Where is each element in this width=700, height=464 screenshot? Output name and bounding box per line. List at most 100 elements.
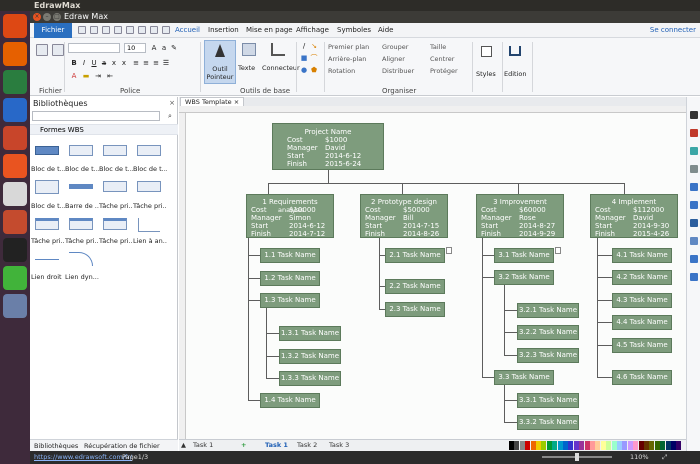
- align-left-icon[interactable]: ≡: [132, 59, 140, 67]
- color-swatch[interactable]: [606, 441, 612, 450]
- wbs-task-node[interactable]: 4.3 Task Name: [612, 293, 672, 308]
- wbs-shape-thumb[interactable]: [32, 141, 62, 161]
- color-swatch[interactable]: [579, 441, 585, 450]
- wbs-task-node[interactable]: 4.6 Task Name: [612, 370, 672, 385]
- hyperlink-icon[interactable]: [690, 219, 698, 227]
- color-swatch[interactable]: [590, 441, 595, 450]
- rect-tool-icon[interactable]: ■: [300, 54, 308, 62]
- writer-icon[interactable]: [3, 98, 27, 122]
- underline-icon[interactable]: U: [90, 59, 98, 67]
- close-icon[interactable]: ×: [33, 13, 41, 21]
- fill-icon[interactable]: [690, 129, 698, 137]
- color-swatch[interactable]: [530, 441, 536, 450]
- wbs-shape-thumb[interactable]: [100, 215, 130, 235]
- page-nav-up-icon[interactable]: ▲: [181, 440, 186, 451]
- library-search-input[interactable]: [32, 111, 160, 121]
- image-icon[interactable]: [690, 183, 698, 191]
- terminal-icon[interactable]: [3, 238, 27, 262]
- file-menu-button[interactable]: Fichier: [34, 23, 72, 38]
- wbs-task-node[interactable]: 3.1 Task Name: [494, 248, 554, 263]
- wbs-task-node[interactable]: 3.2.1 Task Name: [517, 303, 579, 318]
- wbs-shape-thumb[interactable]: [100, 141, 130, 161]
- note-icon[interactable]: [555, 247, 561, 254]
- polygon-tool-icon[interactable]: ⬟: [310, 66, 318, 74]
- wbs-task-node[interactable]: 4.2 Task Name: [612, 270, 672, 285]
- highlight-icon[interactable]: ▬: [82, 72, 90, 80]
- library-section-header[interactable]: Formes WBS: [30, 124, 178, 135]
- color-swatch[interactable]: [563, 441, 568, 450]
- color-swatch[interactable]: [525, 441, 531, 450]
- arrow-tool-icon[interactable]: ↘: [310, 42, 318, 50]
- color-swatch[interactable]: [541, 441, 547, 450]
- layers-icon[interactable]: [690, 201, 698, 209]
- outdent-icon[interactable]: ⇤: [106, 72, 114, 80]
- wbs-shape-thumb[interactable]: [66, 215, 96, 235]
- wbs-shape-thumb[interactable]: [66, 141, 96, 161]
- wbs-task-node[interactable]: 1.3.3 Task Name: [279, 371, 341, 386]
- color-swatch[interactable]: [660, 441, 666, 450]
- wbs-shape-thumb[interactable]: [32, 177, 62, 197]
- bring-front-button[interactable]: Premier plan: [328, 43, 369, 51]
- wbs-root-node[interactable]: Project Name Cost $1000 Manager David Star…: [272, 123, 384, 170]
- wbs-shape-thumb[interactable]: [134, 215, 164, 235]
- software-center-icon[interactable]: [3, 154, 27, 178]
- color-swatch[interactable]: [617, 441, 622, 450]
- color-swatch[interactable]: [665, 441, 671, 450]
- color-swatch[interactable]: [595, 441, 601, 450]
- shadow-icon[interactable]: [690, 165, 698, 173]
- wbs-task-node[interactable]: 4.5 Task Name: [612, 338, 672, 353]
- impress-icon[interactable]: [3, 126, 27, 150]
- amazon-icon[interactable]: [3, 182, 27, 206]
- search-icon[interactable]: ⌕: [166, 112, 174, 120]
- wbs-task-node[interactable]: 3.3.2 Task Name: [517, 415, 579, 430]
- indent-icon[interactable]: ⇥: [94, 72, 102, 80]
- font-family-select[interactable]: [68, 43, 120, 53]
- wbs-shape-thumb[interactable]: [100, 177, 130, 197]
- font-color-icon[interactable]: A: [70, 72, 78, 80]
- strikethrough-icon[interactable]: a: [100, 59, 108, 67]
- line-style-icon[interactable]: [690, 147, 698, 155]
- sign-in-link[interactable]: Se connecter: [650, 23, 696, 38]
- page-tab-active[interactable]: Task 1: [265, 440, 288, 451]
- save-icon[interactable]: [126, 26, 134, 34]
- edition-button[interactable]: Edition: [504, 42, 528, 86]
- note-icon[interactable]: [446, 247, 452, 254]
- wbs-phase-node[interactable]: 3 Improvement Cost $60000 Manager Rose Sta…: [476, 194, 564, 238]
- page-tab[interactable]: Task 2: [297, 440, 317, 451]
- wbs-task-node[interactable]: 3.2.2 Task Name: [517, 325, 579, 340]
- center-button[interactable]: Centrer: [430, 55, 454, 63]
- color-palette[interactable]: [509, 441, 684, 451]
- wbs-task-node[interactable]: 1.4 Task Name: [260, 393, 320, 408]
- settings-icon[interactable]: [3, 210, 27, 234]
- close-panel-icon[interactable]: ×: [168, 99, 176, 107]
- maximize-icon[interactable]: □: [53, 13, 61, 21]
- wbs-phase-node[interactable]: 4 Implement Cost $112000 Manager David Sta…: [590, 194, 678, 238]
- color-swatch[interactable]: [627, 441, 633, 450]
- redo-icon[interactable]: [90, 26, 98, 34]
- group-button[interactable]: Grouper: [382, 43, 408, 51]
- color-swatch[interactable]: [654, 441, 660, 450]
- color-swatch[interactable]: [622, 441, 628, 450]
- history-icon[interactable]: [690, 273, 698, 281]
- distribute-button[interactable]: Distribuer: [382, 67, 414, 75]
- wbs-task-node[interactable]: 2.1 Task Name: [385, 248, 445, 263]
- font-size-select[interactable]: 10: [124, 43, 146, 53]
- print-icon[interactable]: [138, 26, 146, 34]
- website-link[interactable]: https://www.edrawsoft.com/fr/: [34, 451, 132, 464]
- send-back-button[interactable]: Arrière-plan: [328, 55, 366, 63]
- comment-icon[interactable]: [690, 255, 698, 263]
- wbs-phase-node[interactable]: 1 Requirements Cost $10000 Manager Simon S…: [246, 194, 334, 238]
- tab-affichage[interactable]: Affichage: [296, 23, 329, 38]
- close-tab-icon[interactable]: ×: [234, 98, 239, 106]
- fit-page-icon[interactable]: ⤢: [662, 451, 667, 464]
- color-swatch[interactable]: [676, 441, 682, 450]
- color-swatch[interactable]: [519, 441, 525, 450]
- wbs-task-node[interactable]: 2.2 Task Name: [385, 279, 445, 294]
- wbs-task-node[interactable]: 4.1 Task Name: [612, 248, 672, 263]
- edraw-icon[interactable]: [3, 294, 27, 318]
- color-swatch[interactable]: [600, 441, 606, 450]
- format-icon[interactable]: [690, 111, 698, 119]
- qt-icon[interactable]: [3, 266, 27, 290]
- align-button[interactable]: Aligner: [382, 55, 405, 63]
- color-swatch[interactable]: [546, 441, 552, 450]
